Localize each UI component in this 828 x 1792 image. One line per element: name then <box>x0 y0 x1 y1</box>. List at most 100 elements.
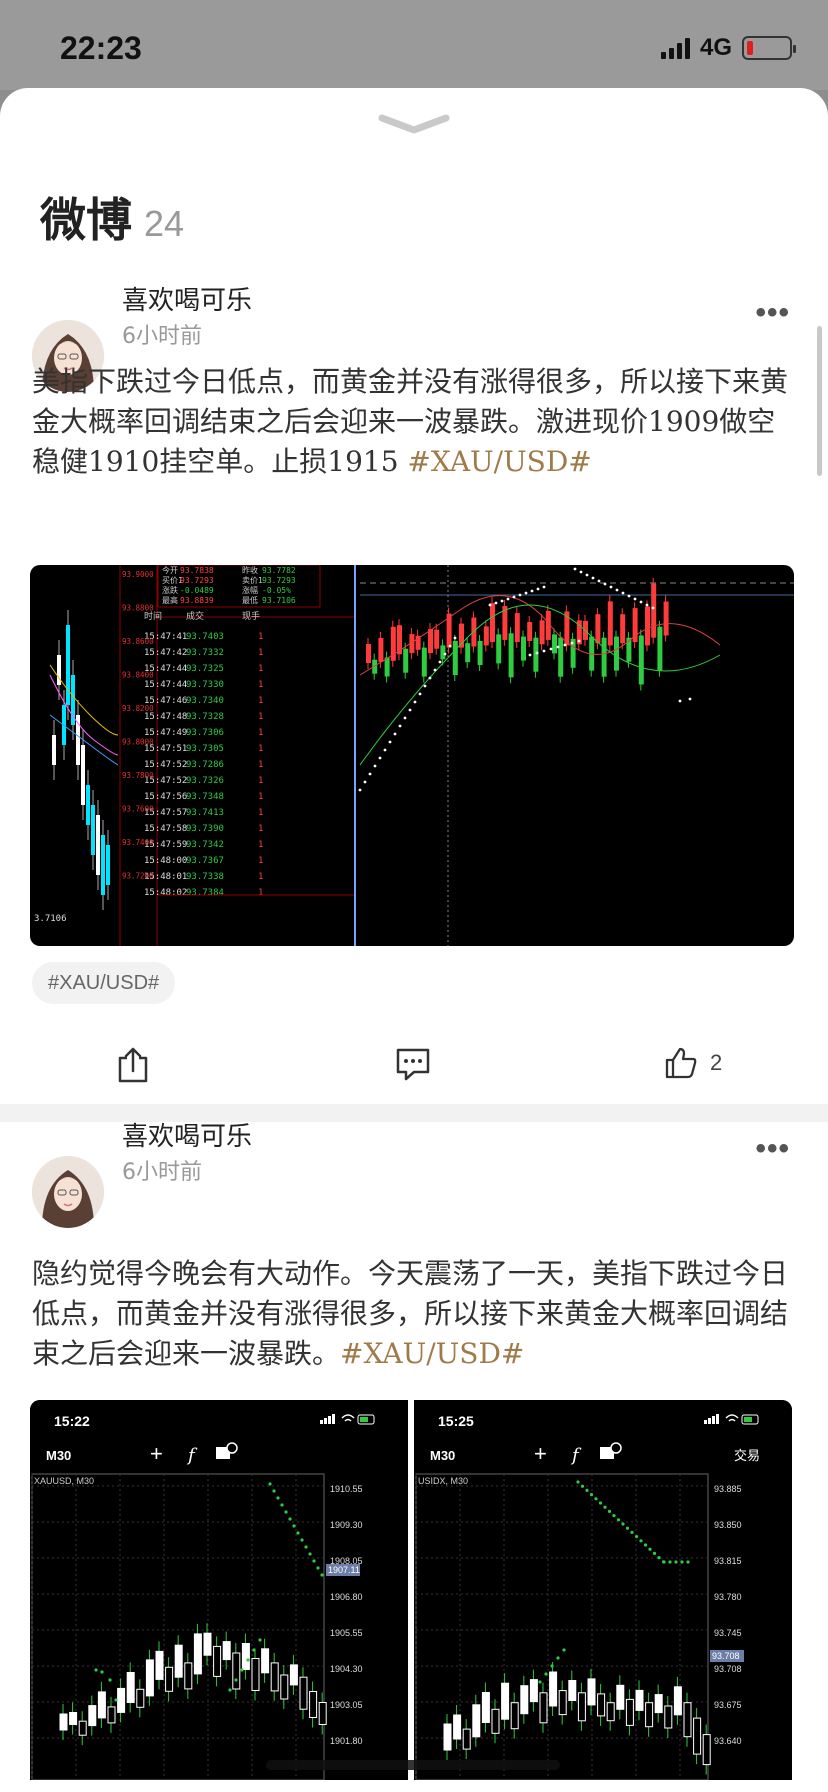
sar-dot <box>549 647 553 651</box>
sar-dot <box>438 660 442 664</box>
phone-time: 15:22 <box>54 1413 90 1429</box>
candle <box>443 1723 452 1751</box>
candle <box>78 1720 87 1736</box>
candle <box>384 657 390 677</box>
sar-dot <box>535 651 539 655</box>
price-label: 1906.80 <box>330 1592 363 1602</box>
price-label: 1901.80 <box>330 1736 363 1746</box>
quote-value: 93.7293 <box>180 576 214 585</box>
more-options-icon[interactable]: ••• <box>755 296 790 330</box>
sar-dot <box>645 603 649 607</box>
sar-dot <box>678 699 682 703</box>
candle <box>514 613 520 643</box>
post-image-trading-chart[interactable]: 今开 93.7838 昨收 93.7782 买价1 93.7293 卖价1 93.7293 涨跌… <box>30 565 794 946</box>
sar-dot <box>621 591 625 595</box>
avatar[interactable] <box>32 1156 104 1228</box>
candle <box>568 1680 577 1701</box>
sar-dot <box>585 573 589 577</box>
candle <box>101 835 105 895</box>
candle <box>625 1698 634 1726</box>
candle <box>683 1702 692 1738</box>
sar-dot <box>598 1501 603 1505</box>
sar-dot <box>94 1668 98 1672</box>
symbol-label: USIDX, M30 <box>418 1476 468 1486</box>
candle <box>232 1652 241 1690</box>
sar-dot <box>363 780 367 784</box>
sar-dot <box>603 1505 607 1509</box>
post-image-usidx[interactable]: 15:25 M30 + f 交易 USIDX, M30 93.885 93.850 93.815… <box>414 1400 792 1780</box>
post-image-xauusd[interactable]: 15:22 M30 + f XAUUSD, M30 1910.55 1909.30 1908.… <box>30 1400 408 1780</box>
author-name[interactable]: 喜欢喝可乐 <box>122 280 252 317</box>
price-label: 1905.55 <box>330 1628 363 1638</box>
sar-dot <box>639 1539 643 1543</box>
candle <box>366 644 371 663</box>
price-label: 93.675 <box>714 1700 742 1710</box>
candle <box>501 1682 510 1720</box>
page-title: 微博 <box>40 193 132 247</box>
tick-price: 93.7338 <box>186 872 224 882</box>
crosshair-icon: + <box>150 1441 163 1466</box>
price-label: 1910.55 <box>330 1484 363 1494</box>
sar-dot <box>563 643 567 647</box>
sar-dot <box>312 1559 316 1563</box>
sar-dot <box>423 684 427 688</box>
topic-chip[interactable]: #XAU/USD# <box>32 962 176 1004</box>
sar-dot <box>378 756 382 760</box>
tick-price: 93.7306 <box>186 728 224 738</box>
sar-dot <box>643 1543 648 1547</box>
scrollbar[interactable] <box>817 326 822 476</box>
sar-dot <box>108 1678 112 1682</box>
comment-button[interactable] <box>394 1046 432 1082</box>
candle <box>97 1691 106 1719</box>
axis-price-label: 93.7200 <box>122 872 154 881</box>
candle <box>213 1645 222 1677</box>
candle <box>241 1643 250 1670</box>
author-name[interactable]: 喜欢喝可乐 <box>122 1116 252 1153</box>
candle <box>693 1717 702 1755</box>
candle <box>66 625 70 705</box>
tick-volume: 1 <box>258 776 263 786</box>
mt4-chart-svg: 15:22M30 + fXAUUSD, M301910.551909.301908.… <box>30 1400 408 1780</box>
sar-dot <box>633 597 637 601</box>
candle <box>174 1644 183 1678</box>
candle <box>136 1688 145 1708</box>
candle <box>616 1684 625 1710</box>
price-label: 93.745 <box>714 1628 742 1638</box>
sar-dot <box>284 1510 288 1514</box>
tick-volume: 1 <box>258 824 263 834</box>
candle <box>403 648 409 673</box>
candle <box>539 620 545 645</box>
candle <box>657 626 663 671</box>
tick-price: 93.7326 <box>186 776 224 786</box>
candle <box>471 617 477 647</box>
tick-price: 93.7325 <box>186 664 224 674</box>
candle <box>117 1687 126 1713</box>
more-options-icon[interactable]: ••• <box>755 1132 790 1166</box>
candle <box>483 626 489 646</box>
tick-time: 15:47:44 <box>144 680 187 690</box>
tick-volume: 1 <box>258 728 263 738</box>
axis-price-label: 93.8800 <box>122 604 154 613</box>
axis-price-label: 93.7600 <box>122 805 154 814</box>
candle <box>620 614 626 644</box>
hashtag-link[interactable]: #XAU/USD# <box>407 445 591 478</box>
tick-price: 93.7413 <box>186 808 224 818</box>
sar-dot <box>448 644 452 648</box>
share-button[interactable] <box>116 1046 150 1084</box>
axis-price-label: 93.7800 <box>122 771 154 780</box>
sar-dot <box>594 1497 598 1501</box>
candle <box>490 603 495 643</box>
sar-dot <box>280 1503 284 1507</box>
current-price: 93.708 <box>712 1651 740 1661</box>
collapse-chevron-icon[interactable] <box>378 114 450 134</box>
axis-price-label: 93.8600 <box>122 637 154 646</box>
hashtag-link[interactable]: #XAU/USD# <box>340 1337 524 1370</box>
candle <box>434 629 440 649</box>
candle <box>607 601 613 646</box>
candle <box>81 745 85 805</box>
like-button[interactable]: 2 <box>664 1046 722 1080</box>
sar-dot <box>536 587 540 591</box>
candle <box>527 622 533 641</box>
sar-dot <box>570 641 574 645</box>
candle <box>614 636 619 671</box>
